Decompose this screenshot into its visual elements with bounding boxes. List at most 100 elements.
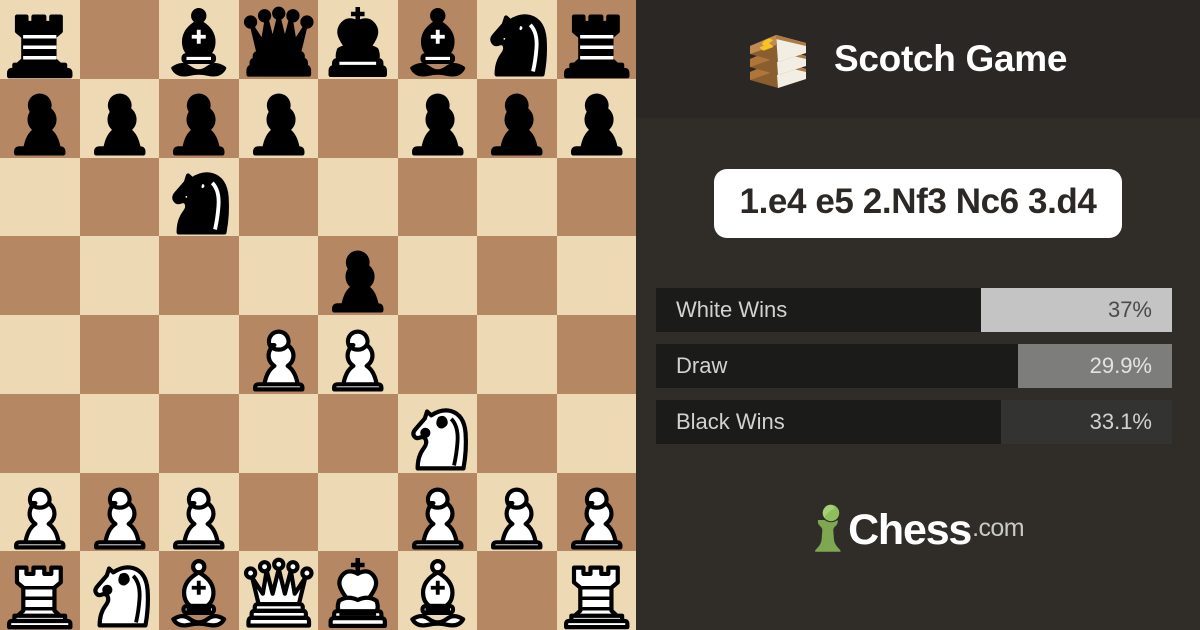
board-square-f6[interactable] xyxy=(397,157,477,237)
board-square-g2[interactable] xyxy=(477,472,557,552)
board-square-h4[interactable] xyxy=(556,315,636,394)
board-square-d5[interactable] xyxy=(238,236,318,315)
board-square-h3[interactable] xyxy=(556,393,636,473)
board-square-a4[interactable] xyxy=(0,315,80,394)
board-square-a5[interactable] xyxy=(0,236,80,315)
board-square-h5[interactable] xyxy=(556,236,636,315)
black-knight-icon[interactable] xyxy=(159,158,239,237)
white-pawn-icon[interactable] xyxy=(159,473,239,552)
board-square-b8[interactable] xyxy=(79,0,159,79)
black-knight-icon[interactable] xyxy=(477,0,557,79)
white-knight-icon[interactable] xyxy=(80,551,160,630)
board-square-g5[interactable] xyxy=(477,236,557,315)
white-king-icon[interactable] xyxy=(318,551,398,630)
board-square-c3[interactable] xyxy=(159,393,239,473)
board-square-b3[interactable] xyxy=(79,393,159,473)
board-square-f3[interactable] xyxy=(397,393,478,473)
board-square-a2[interactable] xyxy=(0,472,80,552)
board-square-b4[interactable] xyxy=(79,315,159,394)
black-pawn-icon[interactable] xyxy=(398,79,478,158)
board-square-a6[interactable] xyxy=(0,157,80,237)
board-square-b6[interactable] xyxy=(79,157,159,237)
chesscom-logo: Chess .com xyxy=(812,504,1025,556)
board-square-c2[interactable] xyxy=(159,472,239,552)
board-square-d1[interactable] xyxy=(238,551,319,630)
board-square-a1[interactable] xyxy=(0,551,80,630)
white-rook-icon[interactable] xyxy=(557,551,637,630)
board-square-d6[interactable] xyxy=(238,157,318,237)
board-square-d7[interactable] xyxy=(238,78,319,158)
board-square-c8[interactable] xyxy=(159,0,239,79)
board-square-f5[interactable] xyxy=(397,236,477,315)
black-bishop-icon[interactable] xyxy=(159,0,239,79)
board-square-f2[interactable] xyxy=(397,472,478,552)
chess-board[interactable] xyxy=(0,0,636,630)
board-square-a8[interactable] xyxy=(0,0,80,79)
board-square-c7[interactable] xyxy=(159,78,239,158)
board-square-g4[interactable] xyxy=(477,315,557,394)
board-square-e3[interactable] xyxy=(318,393,398,473)
white-pawn-icon[interactable] xyxy=(80,473,160,552)
board-square-c6[interactable] xyxy=(159,157,239,237)
stat-label-black: Black Wins xyxy=(676,409,785,434)
white-pawn-icon[interactable] xyxy=(557,473,637,552)
info-panel: Scotch Game 1.e4 e5 2.Nf3 Nc6 3.d4 White… xyxy=(636,0,1200,630)
board-square-c5[interactable] xyxy=(159,236,239,315)
white-pawn-icon[interactable] xyxy=(398,473,478,552)
black-queen-icon[interactable] xyxy=(239,0,319,79)
board-square-c1[interactable] xyxy=(159,551,239,630)
black-pawn-icon[interactable] xyxy=(557,79,637,158)
board-square-a7[interactable] xyxy=(0,78,80,158)
board-square-g1[interactable] xyxy=(477,551,557,630)
black-pawn-icon[interactable] xyxy=(0,79,80,158)
black-pawn-icon[interactable] xyxy=(477,79,557,158)
black-pawn-icon[interactable] xyxy=(318,236,398,315)
black-pawn-icon[interactable] xyxy=(239,79,319,158)
board-square-g7[interactable] xyxy=(477,78,557,158)
board-square-e7[interactable] xyxy=(318,78,398,158)
white-bishop-icon[interactable] xyxy=(159,551,239,630)
white-pawn-icon[interactable] xyxy=(0,473,80,552)
board-square-d2[interactable] xyxy=(238,472,318,552)
white-queen-icon[interactable] xyxy=(239,551,319,630)
white-pawn-icon[interactable] xyxy=(318,315,398,394)
black-pawn-icon[interactable] xyxy=(80,79,160,158)
board-square-h1[interactable] xyxy=(556,551,637,630)
board-square-h7[interactable] xyxy=(556,78,637,158)
board-square-b2[interactable] xyxy=(79,472,160,552)
board-square-e8[interactable] xyxy=(318,0,398,79)
black-rook-icon[interactable] xyxy=(0,0,80,79)
board-square-a3[interactable] xyxy=(0,393,80,473)
board-square-c4[interactable] xyxy=(159,315,239,394)
board-square-e1[interactable] xyxy=(318,551,398,630)
board-square-d3[interactable] xyxy=(238,393,318,473)
board-square-e6[interactable] xyxy=(318,157,398,237)
board-square-e5[interactable] xyxy=(318,236,398,315)
black-king-icon[interactable] xyxy=(318,0,398,79)
board-square-b5[interactable] xyxy=(79,236,159,315)
white-pawn-icon[interactable] xyxy=(239,315,319,394)
board-square-h8[interactable] xyxy=(556,0,637,79)
board-square-f4[interactable] xyxy=(397,315,477,394)
board-square-b1[interactable] xyxy=(79,551,160,630)
board-square-g6[interactable] xyxy=(477,157,557,237)
board-square-e2[interactable] xyxy=(318,472,398,552)
board-square-d4[interactable] xyxy=(238,315,319,394)
board-square-f7[interactable] xyxy=(397,78,478,158)
board-square-f1[interactable] xyxy=(397,551,478,630)
board-square-f8[interactable] xyxy=(397,0,478,79)
white-rook-icon[interactable] xyxy=(0,551,80,630)
board-square-h2[interactable] xyxy=(556,472,637,552)
board-square-e4[interactable] xyxy=(318,315,398,394)
board-square-d8[interactable] xyxy=(238,0,319,79)
black-pawn-icon[interactable] xyxy=(159,79,239,158)
board-square-g8[interactable] xyxy=(477,0,557,79)
white-bishop-icon[interactable] xyxy=(398,551,478,630)
board-square-b7[interactable] xyxy=(79,78,160,158)
board-square-g3[interactable] xyxy=(477,393,557,473)
white-knight-icon[interactable] xyxy=(398,394,478,473)
white-pawn-icon[interactable] xyxy=(477,473,557,552)
black-rook-icon[interactable] xyxy=(557,0,637,79)
board-square-h6[interactable] xyxy=(556,157,636,237)
black-bishop-icon[interactable] xyxy=(398,0,478,79)
